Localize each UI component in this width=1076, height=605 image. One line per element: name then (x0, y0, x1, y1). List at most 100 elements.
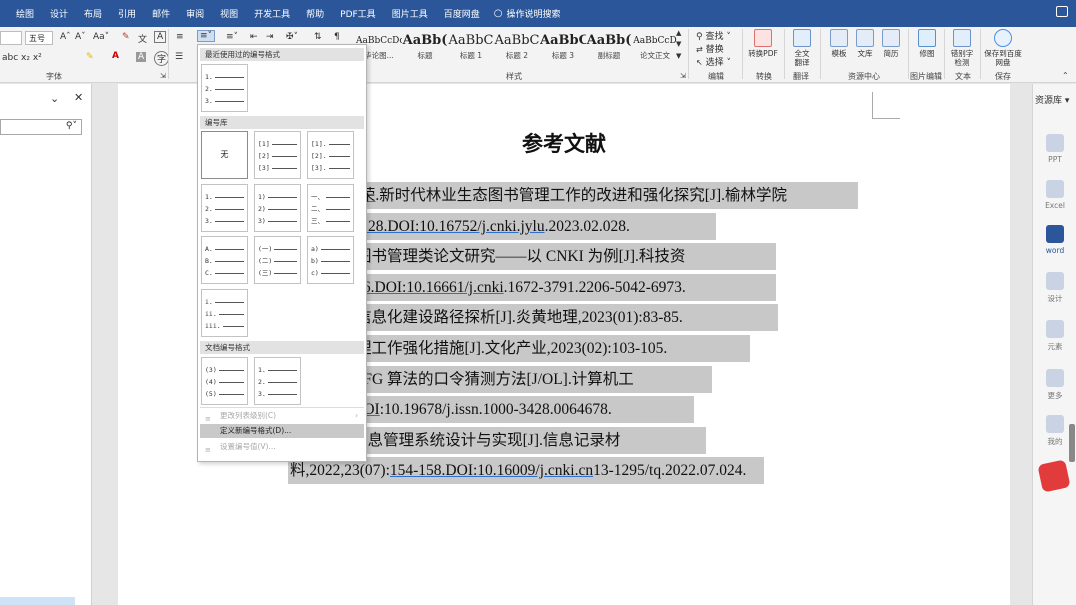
menu-tab[interactable]: 开发工具 (246, 7, 298, 20)
define-new-format-item[interactable]: 定义新编号格式(D)... (200, 424, 364, 438)
numbering-format-tile[interactable]: A. B. C. (201, 236, 248, 284)
font-size-select[interactable]: 五号 (25, 31, 53, 45)
style-name: 标题 1 (459, 51, 483, 60)
resource-item[interactable]: Excel (1033, 180, 1076, 210)
numbering-format-tile[interactable]: [1] [2] [3] (254, 131, 301, 179)
chevron-down-icon[interactable]: ⌄ (50, 92, 59, 105)
bullets-icon[interactable]: ≡ (176, 32, 184, 42)
gallery-down-icon[interactable]: ▼ (676, 40, 681, 48)
menu-tab[interactable]: 引用 (110, 7, 144, 20)
font-dialog-launcher-icon[interactable]: ⇲ (160, 72, 166, 80)
resource-item-label: 我的 (1047, 437, 1063, 446)
multilevel-list-icon[interactable]: ≡˅ (226, 32, 238, 42)
style-item[interactable]: AaBbC 标题 1 (448, 29, 494, 67)
numbering-format-tile[interactable]: (3) (4) (5) (201, 357, 248, 405)
char-shading-icon[interactable]: A (136, 52, 147, 62)
numbering-format-tile[interactable]: 一、 二、 三、 (307, 184, 354, 232)
gallery-up-icon[interactable]: ▲ (676, 29, 681, 37)
full-translate-button[interactable]: 全文翻译 (788, 29, 816, 67)
numbering-format-tile[interactable]: [1]. [2]. [3]. (307, 131, 354, 179)
find-button[interactable]: ⚲ 查找 ˅ (696, 29, 731, 42)
menu-tab[interactable]: 绘图 (8, 7, 42, 20)
menu-tab[interactable]: 图片工具 (384, 7, 436, 20)
select-button[interactable]: ↖ 选择 ˅ (696, 55, 731, 68)
chinese-layout-icon[interactable]: ✠˅ (286, 32, 298, 42)
replace-button[interactable]: ⇄ 替换 (696, 42, 724, 55)
numbering-line: a) (311, 241, 350, 253)
resource-item[interactable]: 设计 (1033, 272, 1076, 304)
close-icon[interactable]: ✕ (74, 91, 83, 104)
numbering-format-tile[interactable]: 1. 2. 3. (201, 184, 248, 232)
resume-button[interactable]: 简历 (878, 29, 904, 58)
style-item[interactable]: AaBb(标题 (402, 29, 448, 67)
styles-dialog-launcher-icon[interactable]: ⇲ (680, 72, 686, 80)
numbering-line: (一) (258, 241, 297, 253)
gallery-more-icon[interactable]: ▼ (676, 52, 681, 60)
collapse-ribbon-icon[interactable]: ⌃ (1062, 71, 1069, 80)
menu-tab[interactable]: 邮件 (144, 7, 178, 20)
font-color-icon[interactable]: A (112, 51, 119, 61)
enclose-char-icon[interactable]: 字 (154, 51, 170, 66)
tell-me-label: 操作说明搜索 (506, 10, 561, 20)
resource-item-icon (1046, 134, 1064, 152)
resource-item[interactable]: word (1033, 225, 1076, 255)
library-button[interactable]: 文库 (852, 29, 878, 58)
tell-me-search[interactable]: ○ 操作说明搜索 (494, 7, 561, 20)
numbering-icon[interactable]: ≡˅ (197, 30, 216, 42)
save-baidu-button[interactable]: 保存到百度网盘 (984, 29, 1022, 67)
template-button[interactable]: 模板 (826, 29, 852, 58)
menu-tab[interactable]: 设计 (42, 7, 76, 20)
highlight-icon[interactable]: ✎ (86, 52, 94, 62)
sort-icon[interactable]: ⇅ (314, 32, 322, 42)
resource-item-label: Excel (1045, 201, 1065, 210)
panel-scrollbar[interactable] (1069, 424, 1075, 462)
phonetic-icon[interactable]: 文 (138, 32, 147, 45)
numbering-none-tile[interactable]: 无 (201, 131, 248, 179)
decrease-indent-icon[interactable]: ⇤ (250, 32, 258, 42)
menu-tab[interactable]: 视图 (212, 7, 246, 20)
numbering-format-tile[interactable]: a) b) c) (307, 236, 354, 284)
sub-super-icon[interactable]: abc x₂ x² (2, 53, 42, 63)
nav-search-input[interactable]: ⚲˅ (0, 119, 82, 135)
document-title[interactable]: 参考文献 (452, 128, 676, 158)
image-edit-button[interactable]: 修图 (914, 29, 940, 58)
red-envelope-icon[interactable] (1037, 459, 1071, 493)
numbering-format-tile[interactable]: (一) (二) (三) (254, 236, 301, 284)
numbering-format-tile[interactable]: i. ii. iii. (201, 289, 248, 337)
comments-icon[interactable] (1056, 6, 1068, 17)
style-item[interactable]: AaBbCcD 论文正文 (632, 29, 678, 67)
numbering-format-tile[interactable]: 1. 2. 3. (254, 357, 301, 405)
style-item[interactable]: AaBb(副标题 (586, 29, 632, 67)
resource-library-title[interactable]: 资源库 ▾ (1035, 93, 1069, 106)
increase-indent-icon[interactable]: ⇥ (266, 32, 274, 42)
shrink-font-icon[interactable]: Aˇ (75, 32, 86, 42)
resource-item[interactable]: 更多 (1033, 369, 1076, 401)
convert-pdf-button[interactable]: 转换PDF (746, 29, 780, 58)
menu-tab[interactable]: 百度网盘 (436, 7, 488, 20)
show-marks-icon[interactable]: ¶ (334, 32, 340, 42)
resource-item[interactable]: PPT (1033, 134, 1076, 164)
search-icon[interactable]: ⚲˅ (66, 121, 77, 131)
set-numbering-value-item[interactable]: ≡ 设置编号值(V)... (200, 440, 364, 454)
clear-format-icon[interactable]: ✎ (122, 32, 130, 42)
change-list-level-item[interactable]: ≡ 更改列表级别(C) › (200, 409, 364, 423)
reference-line[interactable]: 桃莉,呼志荣.新时代林业生态图书管理工作的改进和强化探究[J].榆林学院 (292, 182, 858, 209)
style-name: 标题 2 (505, 51, 529, 60)
menu-tab[interactable]: 帮助 (298, 7, 332, 20)
numbering-line: 1. (258, 362, 297, 374)
style-item[interactable]: AaBbC 标题 3 (540, 29, 586, 67)
menu-tab[interactable]: 布局 (76, 7, 110, 20)
font-name-select[interactable] (0, 31, 22, 45)
border-char-icon[interactable]: A (154, 31, 167, 43)
numbering-format-tile[interactable]: 1. 2. 3. (201, 64, 248, 112)
change-case-icon[interactable]: Aa˅ (93, 32, 109, 42)
numbering-format-tile[interactable]: 1) 2) 3) (254, 184, 301, 232)
menu-tab[interactable]: PDF工具 (332, 7, 384, 20)
resource-item[interactable]: 元素 (1033, 320, 1076, 352)
typo-check-button[interactable]: 错别字检测 (947, 29, 977, 67)
align-left-icon[interactable]: ☰ (175, 52, 183, 62)
menu-tab[interactable]: 审阅 (178, 7, 212, 20)
grow-font-icon[interactable]: Aˆ (60, 32, 71, 42)
numbering-line: 三、 (311, 213, 350, 225)
style-item[interactable]: AaBbC 标题 2 (494, 29, 540, 67)
